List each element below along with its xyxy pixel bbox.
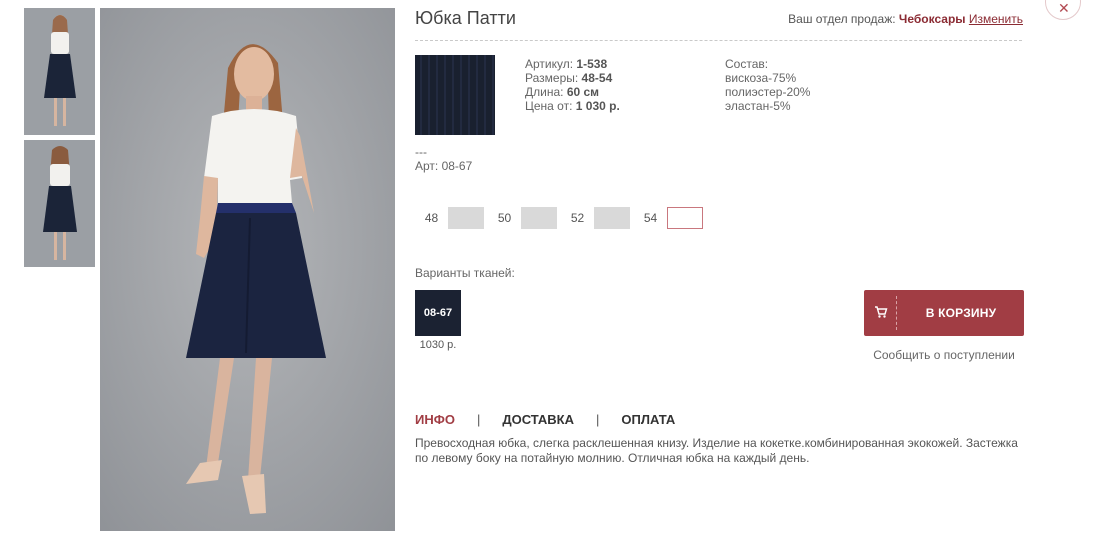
tab-info[interactable]: ИНФО (415, 412, 455, 427)
product-main-photo (100, 8, 395, 531)
add-to-cart-button[interactable]: В КОРЗИНУ (864, 290, 1024, 336)
tab-separator: | (596, 412, 600, 427)
cart-icon (874, 305, 888, 324)
fabric-variant-price: 1030 р. (419, 339, 457, 351)
spec-article: Артикул: 1-538 (525, 57, 608, 71)
separator-text: --- (415, 145, 427, 159)
tab-payment[interactable]: ОПЛАТА (621, 412, 675, 427)
composition-item: эластан-5% (725, 99, 791, 113)
sales-region: Ваш отдел продаж: Чебоксары Изменить (788, 12, 1023, 26)
thumbnail-front[interactable] (24, 8, 95, 135)
spec-sizes: Размеры: 48-54 (525, 71, 613, 85)
notify-availability-link[interactable]: Сообщить о поступлении (864, 348, 1024, 362)
fabric-variants-label: Варианты тканей: (415, 266, 515, 280)
thumbnail-back[interactable] (24, 140, 95, 267)
size-label-50: 50 (497, 211, 512, 225)
size-quantity-54[interactable] (667, 207, 703, 229)
composition-label: Состав: (725, 57, 769, 71)
close-icon: ✕ (1058, 0, 1070, 16)
spec-price: Цена от: 1 030 р. (525, 99, 620, 113)
fabric-article-block: --- Арт: 08-67 (415, 145, 472, 173)
size-quantity-52[interactable] (594, 207, 630, 229)
size-quantity-48[interactable] (448, 207, 484, 229)
size-label-54: 54 (643, 211, 658, 225)
region-city: Чебоксары (898, 12, 966, 26)
size-quantity-50[interactable] (521, 207, 557, 229)
size-selector: 48 50 52 54 (415, 207, 707, 229)
cart-button-divider (896, 296, 897, 330)
fabric-swatch (415, 55, 495, 135)
fabric-variant-tile[interactable]: 08-67 (415, 290, 461, 336)
info-tabs: ИНФО | ДОСТАВКА | ОПЛАТА (415, 412, 675, 427)
size-label-52: 52 (570, 211, 585, 225)
tab-delivery[interactable]: ДОСТАВКА (502, 412, 574, 427)
product-specs: Артикул: 1-538 Размеры: 48-54 Длина: 60 … (525, 57, 620, 113)
change-region-link[interactable]: Изменить (969, 12, 1023, 26)
composition-item: вискоза-75% (725, 71, 797, 85)
product-title: Юбка Патти (415, 8, 516, 28)
add-to-cart-label: В КОРЗИНУ (925, 306, 997, 320)
product-description: Превосходная юбка, слегка расклешенная к… (415, 436, 1018, 465)
tab-separator: | (476, 412, 481, 427)
spec-length: Длина: 60 см (525, 85, 600, 99)
size-label-48: 48 (424, 211, 439, 225)
title-divider (415, 40, 1022, 41)
region-label: Ваш отдел продаж: (788, 12, 896, 26)
composition-item: полиэстер-20% (725, 85, 811, 99)
composition: Состав: вискоза-75% полиэстер-20% эласта… (725, 57, 810, 113)
close-button[interactable]: ✕ (1045, 0, 1081, 20)
fabric-article: Арт: 08-67 (415, 159, 473, 173)
